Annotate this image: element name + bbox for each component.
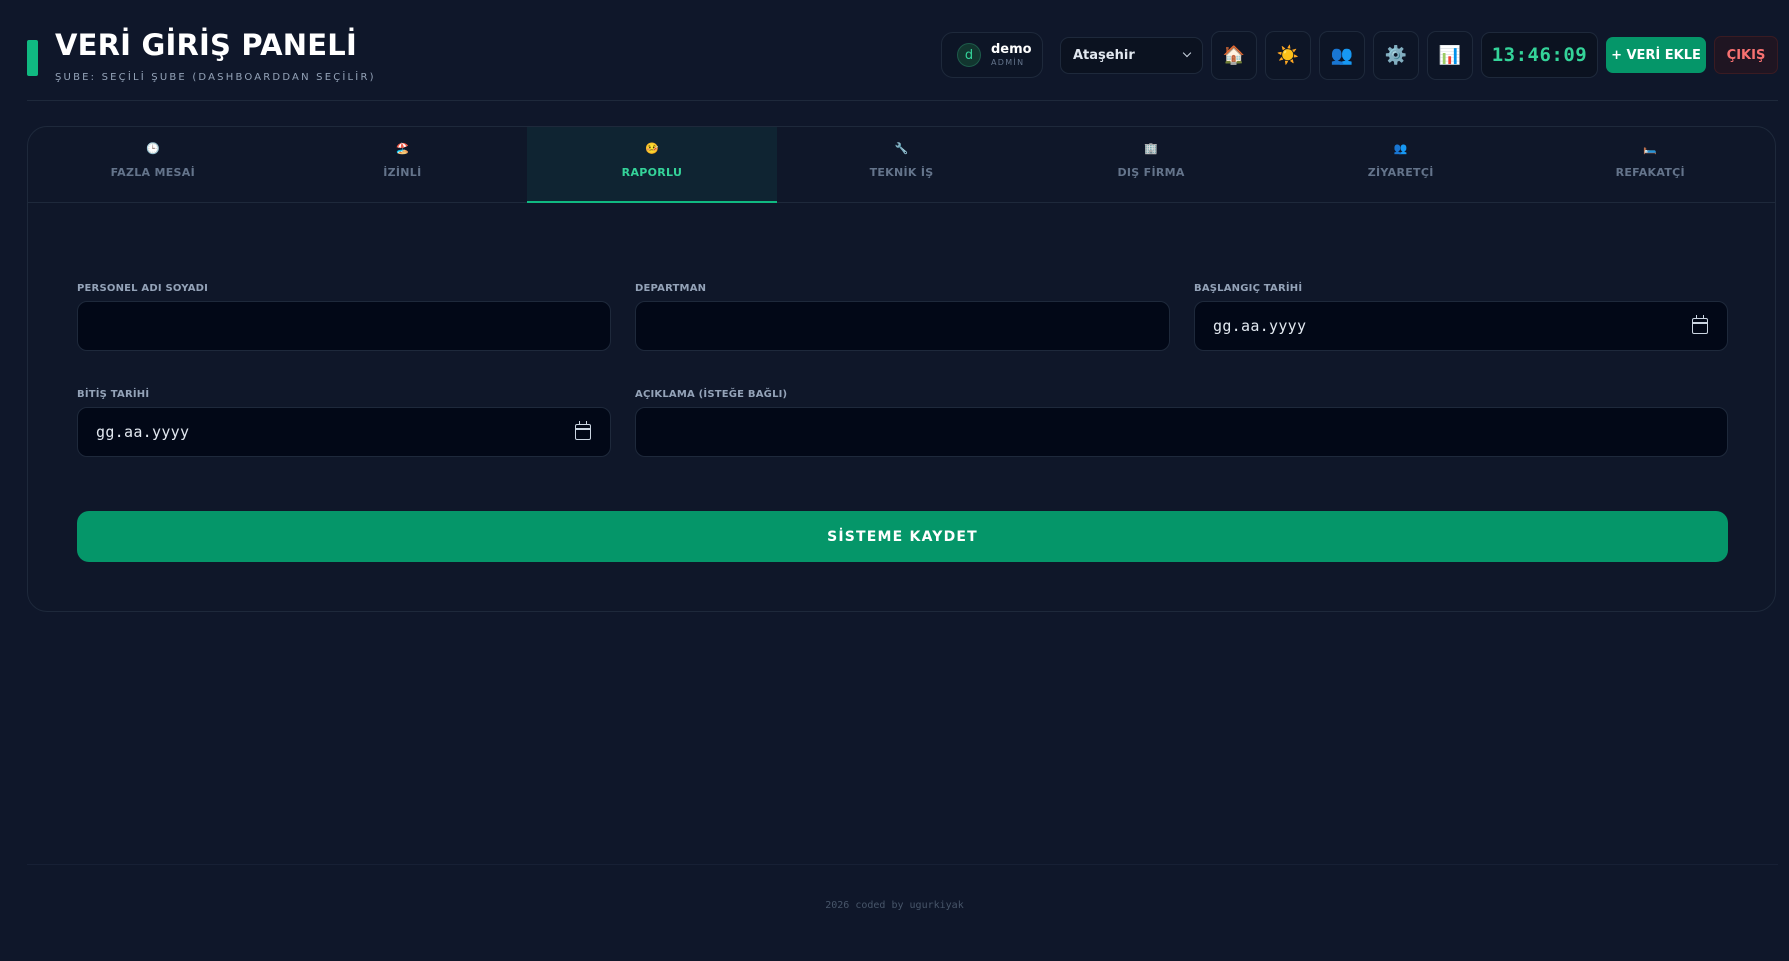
bitis-date-input[interactable]: gg.aa.yyyy: [77, 407, 611, 457]
baslangic-date-input[interactable]: gg.aa.yyyy: [1194, 301, 1728, 351]
tab-fazla-mesai[interactable]: 🕒 FAZLA MESAİ: [28, 127, 278, 202]
bed-icon: 🛏️: [1643, 142, 1658, 155]
departman-input[interactable]: [635, 301, 1170, 351]
aciklama-label: AÇIKLAMA (İSTEĞE BAĞLI): [635, 389, 788, 400]
settings-button[interactable]: ⚙️: [1373, 30, 1419, 80]
footer-divider: [27, 864, 1778, 865]
baslangic-label: BAŞLANGIÇ TARİHİ: [1194, 283, 1303, 294]
tab-dis-firma[interactable]: 🏢 DIŞ FİRMA: [1026, 127, 1276, 202]
entry-card: 🕒 FAZLA MESAİ 🏖️ İZİNLİ 🤒 RAPORLU 🔧 TEKN…: [27, 126, 1776, 612]
save-button[interactable]: SİSTEME KAYDET: [77, 511, 1728, 562]
bitis-field: BİTİŞ TARİHİ gg.aa.yyyy: [77, 389, 611, 457]
bitis-label: BİTİŞ TARİHİ: [77, 389, 150, 400]
user-role: ADMİN: [991, 57, 1025, 67]
chevron-down-icon: [1182, 48, 1192, 57]
header-toolbar: d demo ADMİN Ataşehir 🏠 ☀️ 👥 ⚙️ 📊 13:46:…: [941, 30, 1778, 80]
gear-icon: ⚙️: [1384, 44, 1408, 66]
home-button[interactable]: 🏠: [1211, 30, 1257, 80]
tab-label: REFAKATÇİ: [1615, 166, 1685, 179]
tab-teknik-is[interactable]: 🔧 TEKNİK İŞ: [777, 127, 1027, 202]
tab-label: DIŞ FİRMA: [1117, 166, 1185, 179]
tab-refakatci[interactable]: 🛏️ REFAKATÇİ: [1525, 127, 1775, 202]
title-accent-bar: [27, 40, 38, 76]
aciklama-input[interactable]: [635, 407, 1728, 457]
personel-input[interactable]: [77, 301, 611, 351]
users-icon: 👥: [1393, 142, 1408, 155]
baslangic-field: BAŞLANGIÇ TARİHİ gg.aa.yyyy: [1194, 283, 1728, 351]
office-building-icon: 🏢: [1144, 142, 1158, 155]
page-header: VERİ GİRİŞ PANELİ ŞUBE: SEÇİLİ ŞUBE (DAS…: [27, 28, 1778, 101]
personel-label: PERSONEL ADI SOYADI: [77, 283, 209, 294]
tab-raporlu[interactable]: 🤒 RAPORLU: [527, 127, 777, 203]
tab-ziyaretci[interactable]: 👥 ZİYARETÇİ: [1276, 127, 1526, 202]
departman-field: DEPARTMAN: [635, 283, 1170, 351]
logout-button[interactable]: ÇIKIŞ: [1714, 36, 1778, 74]
avatar: d: [957, 43, 981, 67]
beach-icon: 🏖️: [395, 142, 410, 155]
add-data-button[interactable]: + VERİ EKLE: [1606, 37, 1706, 73]
theme-toggle-button[interactable]: ☀️: [1265, 30, 1311, 80]
stats-button[interactable]: 📊: [1427, 30, 1473, 80]
users-icon: 👥: [1330, 44, 1354, 66]
clock-display: 13:46:09: [1481, 32, 1598, 78]
calendar-icon[interactable]: [575, 421, 591, 440]
calendar-icon[interactable]: [1692, 315, 1708, 334]
tab-label: TEKNİK İŞ: [869, 166, 934, 179]
personel-field: PERSONEL ADI SOYADI: [77, 283, 611, 351]
tab-izinli[interactable]: 🏖️ İZİNLİ: [278, 127, 528, 202]
users-button[interactable]: 👥: [1319, 30, 1365, 80]
sun-icon: ☀️: [1276, 44, 1300, 66]
bar-chart-icon: 📊: [1438, 44, 1462, 66]
wrench-icon: 🔧: [894, 142, 909, 155]
home-icon: 🏠: [1222, 44, 1246, 66]
branch-select[interactable]: Ataşehir: [1060, 36, 1203, 74]
user-info: demo ADMİN: [991, 41, 1032, 67]
user-name: demo: [991, 41, 1032, 57]
tab-label: FAZLA MESAİ: [110, 166, 195, 179]
category-tabs: 🕒 FAZLA MESAİ 🏖️ İZİNLİ 🤒 RAPORLU 🔧 TEKN…: [28, 127, 1775, 203]
tab-label: RAPORLU: [621, 166, 683, 179]
bitis-placeholder: gg.aa.yyyy: [96, 423, 190, 441]
tab-label: İZİNLİ: [383, 166, 422, 179]
user-chip[interactable]: d demo ADMİN: [941, 32, 1043, 78]
clock-icon: 🕒: [145, 142, 160, 155]
footer-credit: 2026 coded by ugurkiyak: [825, 900, 964, 911]
branch-select-value: Ataşehir: [1073, 47, 1135, 63]
aciklama-field: AÇIKLAMA (İSTEĞE BAĞLI): [635, 389, 1728, 457]
page-subtitle: ŞUBE: SEÇİLİ ŞUBE (DASHBOARDDAN SEÇİLİR): [55, 72, 376, 83]
departman-label: DEPARTMAN: [635, 283, 707, 294]
sick-face-icon: 🤒: [645, 142, 659, 155]
page-title: VERİ GİRİŞ PANELİ: [55, 28, 357, 62]
baslangic-placeholder: gg.aa.yyyy: [1213, 317, 1307, 335]
tab-label: ZİYARETÇİ: [1367, 166, 1434, 179]
